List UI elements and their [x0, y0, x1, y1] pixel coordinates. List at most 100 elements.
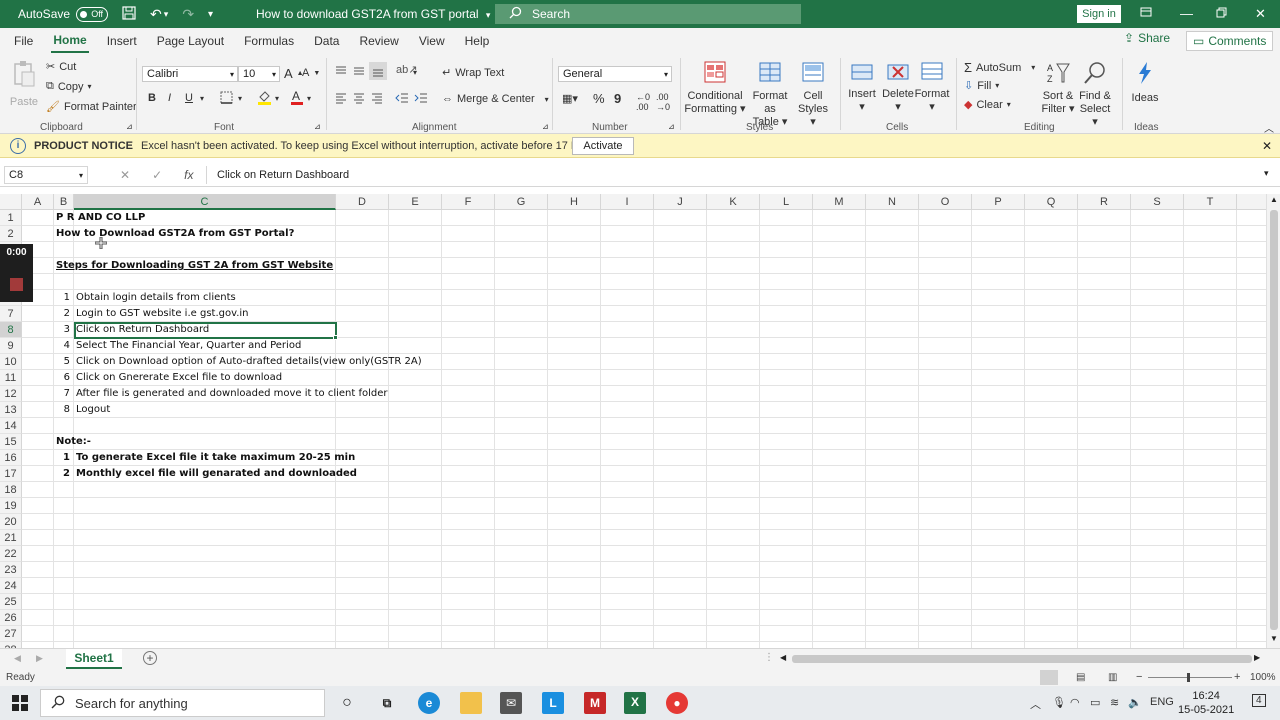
horizontal-scrollbar[interactable]: ◀ ▶ [780, 653, 1264, 665]
wrap-text-button[interactable]: ↵ Wrap Text [442, 66, 504, 80]
row-header-21[interactable]: 21 [0, 530, 22, 546]
cancel-icon[interactable]: ✕ [120, 168, 130, 182]
windows-start-icon[interactable] [12, 695, 28, 714]
tab-home[interactable]: Home [51, 29, 89, 53]
cell-b17[interactable]: 2 [56, 466, 70, 482]
chevron-down-icon[interactable]: ▾ [307, 94, 311, 103]
minimize-icon[interactable]: — [1180, 6, 1193, 21]
row-header-1[interactable]: 1 [0, 210, 22, 226]
dialog-launcher-icon[interactable]: ⊿ [314, 122, 321, 131]
tab-review[interactable]: Review [357, 30, 400, 52]
column-header-l[interactable]: L [760, 194, 813, 210]
cell-c12[interactable]: After file is generated and downloaded m… [76, 386, 388, 402]
chrome-icon[interactable]: ● [666, 692, 688, 714]
chevron-down-icon[interactable]: ▾ [275, 94, 279, 103]
cell-b13[interactable]: 8 [56, 402, 70, 418]
column-header-q[interactable]: Q [1025, 194, 1078, 210]
row-header-27[interactable]: 27 [0, 626, 22, 642]
cell-b9[interactable]: 4 [56, 338, 70, 354]
spreadsheet-grid[interactable]: ABCDEFGHIJKLMNOPQRST 1234567891011121314… [0, 194, 1266, 648]
column-header-i[interactable]: I [601, 194, 654, 210]
wifi-icon[interactable]: ◠ [1070, 696, 1080, 709]
row-header-25[interactable]: 25 [0, 594, 22, 610]
align-left-icon[interactable] [334, 91, 348, 105]
notification-center-icon[interactable]: 4 [1252, 694, 1266, 707]
row-header-14[interactable]: 14 [0, 418, 22, 434]
row-header-13[interactable]: 13 [0, 402, 22, 418]
chevron-down-icon[interactable]: ▾ [413, 68, 417, 77]
column-header-j[interactable]: J [654, 194, 707, 210]
column-header-d[interactable]: D [336, 194, 389, 210]
dialog-launcher-icon[interactable]: ⊿ [126, 122, 133, 131]
insert-cells-button[interactable]: Insert ▾ [844, 60, 880, 114]
comma-style-icon[interactable]: 9 [614, 91, 621, 106]
row-header-9[interactable]: 9 [0, 338, 22, 354]
chevron-down-icon[interactable]: ▾ [200, 94, 204, 103]
vertical-scrollbar[interactable]: ▲ ▼ [1266, 194, 1280, 648]
microphone-icon[interactable]: 🎙 [1052, 696, 1066, 709]
column-header-t[interactable]: T [1184, 194, 1237, 210]
prev-sheet-icon[interactable]: ◀ [14, 653, 21, 664]
underline-icon[interactable]: U [185, 92, 193, 104]
cell-b15[interactable]: Note:- [56, 434, 91, 450]
row-header-19[interactable]: 19 [0, 498, 22, 514]
column-header-e[interactable]: E [389, 194, 442, 210]
cell-c10[interactable]: Click on Download option of Auto-drafted… [76, 354, 422, 370]
increase-decimal-icon[interactable]: ←0.00 [636, 92, 650, 112]
autosave-toggle[interactable]: Off [76, 6, 109, 22]
row-header-7[interactable]: 7 [0, 306, 22, 322]
row-header-2[interactable]: 2 [0, 226, 22, 242]
clear-button[interactable]: ◆ Clear ▾ [964, 98, 1011, 112]
close-icon[interactable]: ✕ [1255, 6, 1266, 22]
formula-input[interactable]: Click on Return Dashboard [206, 166, 1274, 184]
row-header-23[interactable]: 23 [0, 562, 22, 578]
expand-formula-icon[interactable]: ▾ [1264, 168, 1269, 179]
fill-color-icon[interactable] [257, 90, 272, 105]
column-header-g[interactable]: G [495, 194, 548, 210]
ideas-button[interactable]: Ideas [1128, 60, 1162, 105]
sort-filter-button[interactable]: AZ Sort & Filter ▾ [1040, 60, 1076, 116]
cell-b1[interactable]: P R AND CO LLP [56, 210, 145, 226]
cell-c13[interactable]: Logout [76, 402, 110, 418]
align-middle-icon[interactable] [352, 64, 366, 78]
column-header-b[interactable]: B [54, 194, 74, 210]
row-header-22[interactable]: 22 [0, 546, 22, 562]
align-top-icon[interactable] [334, 64, 348, 78]
column-header-h[interactable]: H [548, 194, 601, 210]
percent-icon[interactable]: % [593, 91, 605, 106]
borders-icon[interactable] [220, 91, 233, 104]
cell-c17[interactable]: Monthly excel file will genarated and do… [76, 466, 357, 482]
customize-qat-icon[interactable]: ▾ [208, 9, 213, 20]
row-header-15[interactable]: 15 [0, 434, 22, 450]
row-header-16[interactable]: 16 [0, 450, 22, 466]
column-header-k[interactable]: K [707, 194, 760, 210]
font-color-icon[interactable]: A [290, 89, 304, 105]
cell-b8[interactable]: 3 [56, 322, 70, 338]
cell-c7[interactable]: Login to GST website i.e gst.gov.in [76, 306, 249, 322]
cell-b2[interactable]: How to Download GST2A from GST Portal? [56, 226, 294, 242]
conditional-formatting-button[interactable]: Conditional Formatting ▾ [684, 60, 746, 116]
restore-icon[interactable] [1216, 6, 1227, 21]
excel-icon[interactable]: X [624, 692, 646, 714]
zoom-in-icon[interactable]: + [1234, 671, 1240, 683]
row-header-20[interactable]: 20 [0, 514, 22, 530]
show-hidden-icons-icon[interactable]: ︿ [1030, 696, 1041, 712]
activate-button[interactable]: Activate [572, 137, 634, 155]
find-select-button[interactable]: Find & Select ▾ [1076, 60, 1114, 129]
cell-c6[interactable]: Obtain login details from clients [76, 290, 236, 306]
tab-formulas[interactable]: Formulas [242, 30, 296, 52]
row-header-26[interactable]: 26 [0, 610, 22, 626]
row-header-24[interactable]: 24 [0, 578, 22, 594]
column-header-o[interactable]: O [919, 194, 972, 210]
cell-b10[interactable]: 5 [56, 354, 70, 370]
cell-b16[interactable]: 1 [56, 450, 70, 466]
merge-center-button[interactable]: ⇔ Merge & Center ▾ [442, 93, 549, 105]
scrollbar-thumb[interactable] [1270, 210, 1278, 630]
language-indicator[interactable]: ENG [1150, 696, 1174, 708]
select-all-corner[interactable] [0, 194, 22, 210]
format-as-table-button[interactable]: Format as Table ▾ [746, 60, 794, 129]
zoom-slider-thumb[interactable] [1187, 673, 1190, 682]
tab-insert[interactable]: Insert [105, 30, 139, 52]
taskbar-search[interactable]: Search for anything [40, 689, 325, 717]
volume-icon[interactable]: 🔈 [1128, 696, 1142, 709]
